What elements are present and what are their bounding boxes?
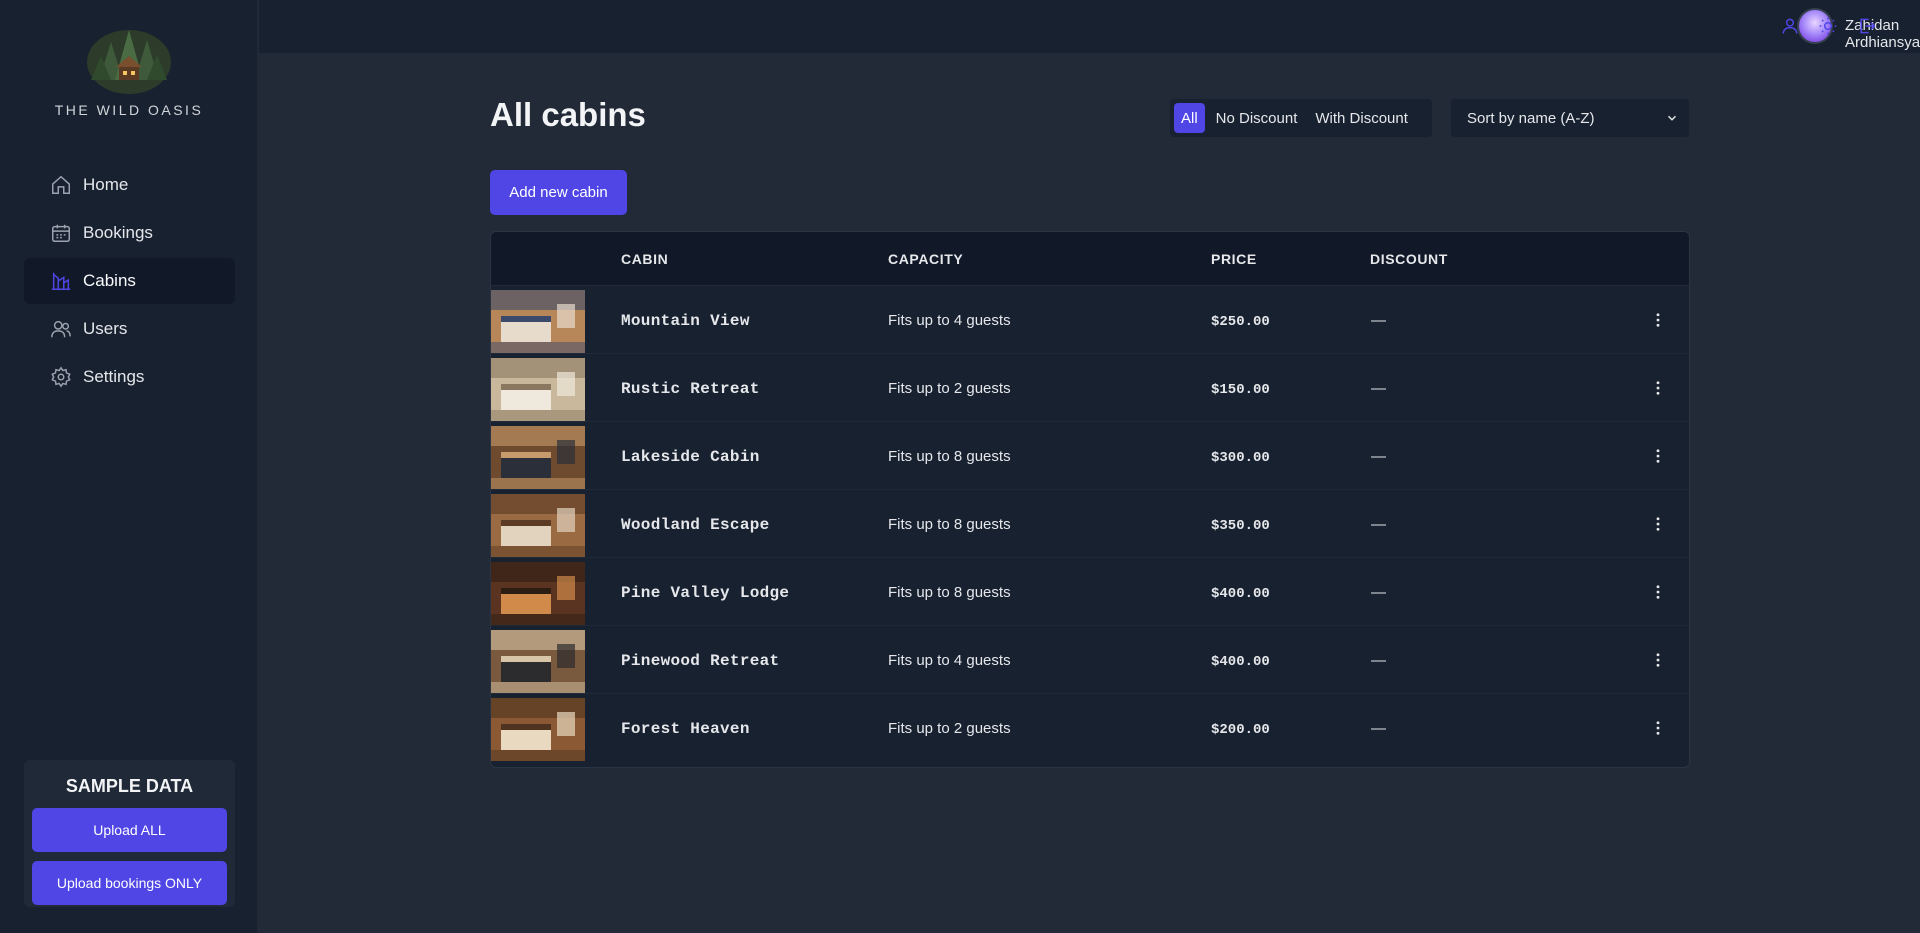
sort-select[interactable]: Sort by name (A-Z) bbox=[1450, 98, 1690, 138]
cabins-icon bbox=[49, 269, 73, 293]
users-icon bbox=[49, 317, 73, 341]
cabin-discount: — bbox=[1371, 516, 1386, 533]
row-menu-icon[interactable] bbox=[1646, 580, 1670, 604]
table-row: Rustic Retreat Fits up to 2 guests $150.… bbox=[491, 354, 1689, 422]
cabin-price: $150.00 bbox=[1211, 382, 1270, 398]
cabin-image bbox=[491, 698, 585, 761]
gear-icon bbox=[49, 365, 73, 389]
cabin-image bbox=[491, 630, 585, 693]
home-icon bbox=[49, 173, 73, 197]
sun-icon[interactable] bbox=[1816, 14, 1840, 38]
sidebar-item-label: Home bbox=[83, 175, 129, 194]
column-header-cabin: CABIN bbox=[621, 251, 669, 267]
add-cabin-button[interactable]: Add new cabin bbox=[490, 170, 627, 215]
chevron-down-icon bbox=[1665, 111, 1679, 129]
table-body: Mountain View Fits up to 4 guests $250.0… bbox=[491, 286, 1689, 762]
cabin-name: Rustic Retreat bbox=[621, 380, 760, 398]
sidebar-item-cabins[interactable]: Cabins bbox=[24, 258, 235, 304]
sidebar-item-users[interactable]: Users bbox=[24, 306, 235, 352]
cabin-discount: — bbox=[1371, 312, 1386, 329]
cabin-image bbox=[491, 426, 585, 489]
filter-no-discount-button[interactable]: No Discount bbox=[1209, 103, 1305, 133]
table-row: Pine Valley Lodge Fits up to 8 guests $4… bbox=[491, 558, 1689, 626]
cabin-image bbox=[491, 494, 585, 557]
cabin-name: Pinewood Retreat bbox=[621, 652, 780, 670]
sidebar-item-label: Bookings bbox=[83, 223, 153, 242]
sort-select-value: Sort by name (A-Z) bbox=[1467, 109, 1595, 127]
sidebar-item-label: Users bbox=[83, 319, 128, 338]
cabin-name: Woodland Escape bbox=[621, 516, 770, 534]
sidebar-item-settings[interactable]: Settings bbox=[24, 354, 235, 400]
cabin-discount: — bbox=[1371, 448, 1386, 465]
sidebar-item-label: Settings bbox=[83, 367, 145, 386]
calendar-icon bbox=[49, 221, 73, 245]
cabin-capacity: Fits up to 4 guests bbox=[888, 652, 1011, 669]
cabin-capacity: Fits up to 2 guests bbox=[888, 380, 1011, 397]
cabin-discount: — bbox=[1371, 652, 1386, 669]
cabin-image bbox=[491, 562, 585, 625]
cabin-name: Pine Valley Lodge bbox=[621, 584, 790, 602]
cabin-capacity: Fits up to 2 guests bbox=[888, 720, 1011, 737]
cabin-image bbox=[491, 358, 585, 421]
sidebar-item-label: Cabins bbox=[83, 271, 136, 290]
upload-bookings-button[interactable]: Upload bookings ONLY bbox=[32, 861, 227, 905]
cabin-price: $200.00 bbox=[1211, 722, 1270, 738]
row-menu-icon[interactable] bbox=[1646, 648, 1670, 672]
cabin-name: Lakeside Cabin bbox=[621, 448, 760, 466]
cabin-name: Mountain View bbox=[621, 312, 750, 330]
sidebar: THE WILD OASIS Home Bookings Cabins User… bbox=[0, 0, 258, 933]
column-header-discount: DISCOUNT bbox=[1370, 251, 1448, 267]
column-header-capacity: CAPACITY bbox=[888, 251, 964, 267]
cabin-price: $250.00 bbox=[1211, 314, 1270, 330]
table-row: Lakeside Cabin Fits up to 8 guests $300.… bbox=[491, 422, 1689, 490]
logo: THE WILD OASIS bbox=[0, 22, 258, 118]
user-icon[interactable] bbox=[1778, 14, 1802, 38]
row-menu-icon[interactable] bbox=[1646, 512, 1670, 536]
cabin-image bbox=[491, 290, 585, 353]
table-header: CABIN CAPACITY PRICE DISCOUNT bbox=[491, 232, 1689, 286]
logo-text: THE WILD OASIS bbox=[54, 102, 204, 118]
row-menu-icon[interactable] bbox=[1646, 716, 1670, 740]
table-row: Pinewood Retreat Fits up to 4 guests $40… bbox=[491, 626, 1689, 694]
cabin-price: $300.00 bbox=[1211, 450, 1270, 466]
logo-image bbox=[87, 30, 171, 94]
cabin-capacity: Fits up to 8 guests bbox=[888, 448, 1011, 465]
cabin-price: $350.00 bbox=[1211, 518, 1270, 534]
upload-all-button[interactable]: Upload ALL bbox=[32, 808, 227, 852]
table-row: Woodland Escape Fits up to 8 guests $350… bbox=[491, 490, 1689, 558]
cabins-table: CABIN CAPACITY PRICE DISCOUNT Mountain V… bbox=[490, 231, 1690, 768]
filter-with-discount-button[interactable]: With Discount bbox=[1308, 103, 1415, 133]
sample-data-panel: SAMPLE DATA Upload ALL Upload bookings O… bbox=[24, 760, 235, 907]
filter-all-button[interactable]: All bbox=[1174, 103, 1205, 133]
logout-icon[interactable] bbox=[1855, 14, 1879, 38]
cabin-capacity: Fits up to 4 guests bbox=[888, 312, 1011, 329]
cabin-discount: — bbox=[1371, 584, 1386, 601]
cabin-price: $400.00 bbox=[1211, 586, 1270, 602]
sample-data-title: SAMPLE DATA bbox=[65, 776, 194, 796]
cabin-capacity: Fits up to 8 guests bbox=[888, 516, 1011, 533]
column-header-price: PRICE bbox=[1211, 251, 1257, 267]
cabin-discount: — bbox=[1371, 380, 1386, 397]
main-nav: Home Bookings Cabins Users Settings bbox=[24, 162, 235, 402]
cabin-price: $400.00 bbox=[1211, 654, 1270, 670]
row-menu-icon[interactable] bbox=[1646, 444, 1670, 468]
sidebar-item-home[interactable]: Home bbox=[24, 162, 235, 208]
cabin-discount: — bbox=[1371, 720, 1386, 737]
sidebar-item-bookings[interactable]: Bookings bbox=[24, 210, 235, 256]
row-menu-icon[interactable] bbox=[1646, 308, 1670, 332]
discount-filter: All No Discount With Discount bbox=[1169, 98, 1433, 138]
table-row: Forest Heaven Fits up to 2 guests $200.0… bbox=[491, 694, 1689, 762]
table-row: Mountain View Fits up to 4 guests $250.0… bbox=[491, 286, 1689, 354]
top-header: Zahidan Ardhiansyah bbox=[259, 0, 1920, 54]
page-title: All cabins bbox=[490, 96, 646, 133]
cabin-capacity: Fits up to 8 guests bbox=[888, 584, 1011, 601]
cabin-name: Forest Heaven bbox=[621, 720, 750, 738]
row-menu-icon[interactable] bbox=[1646, 376, 1670, 400]
